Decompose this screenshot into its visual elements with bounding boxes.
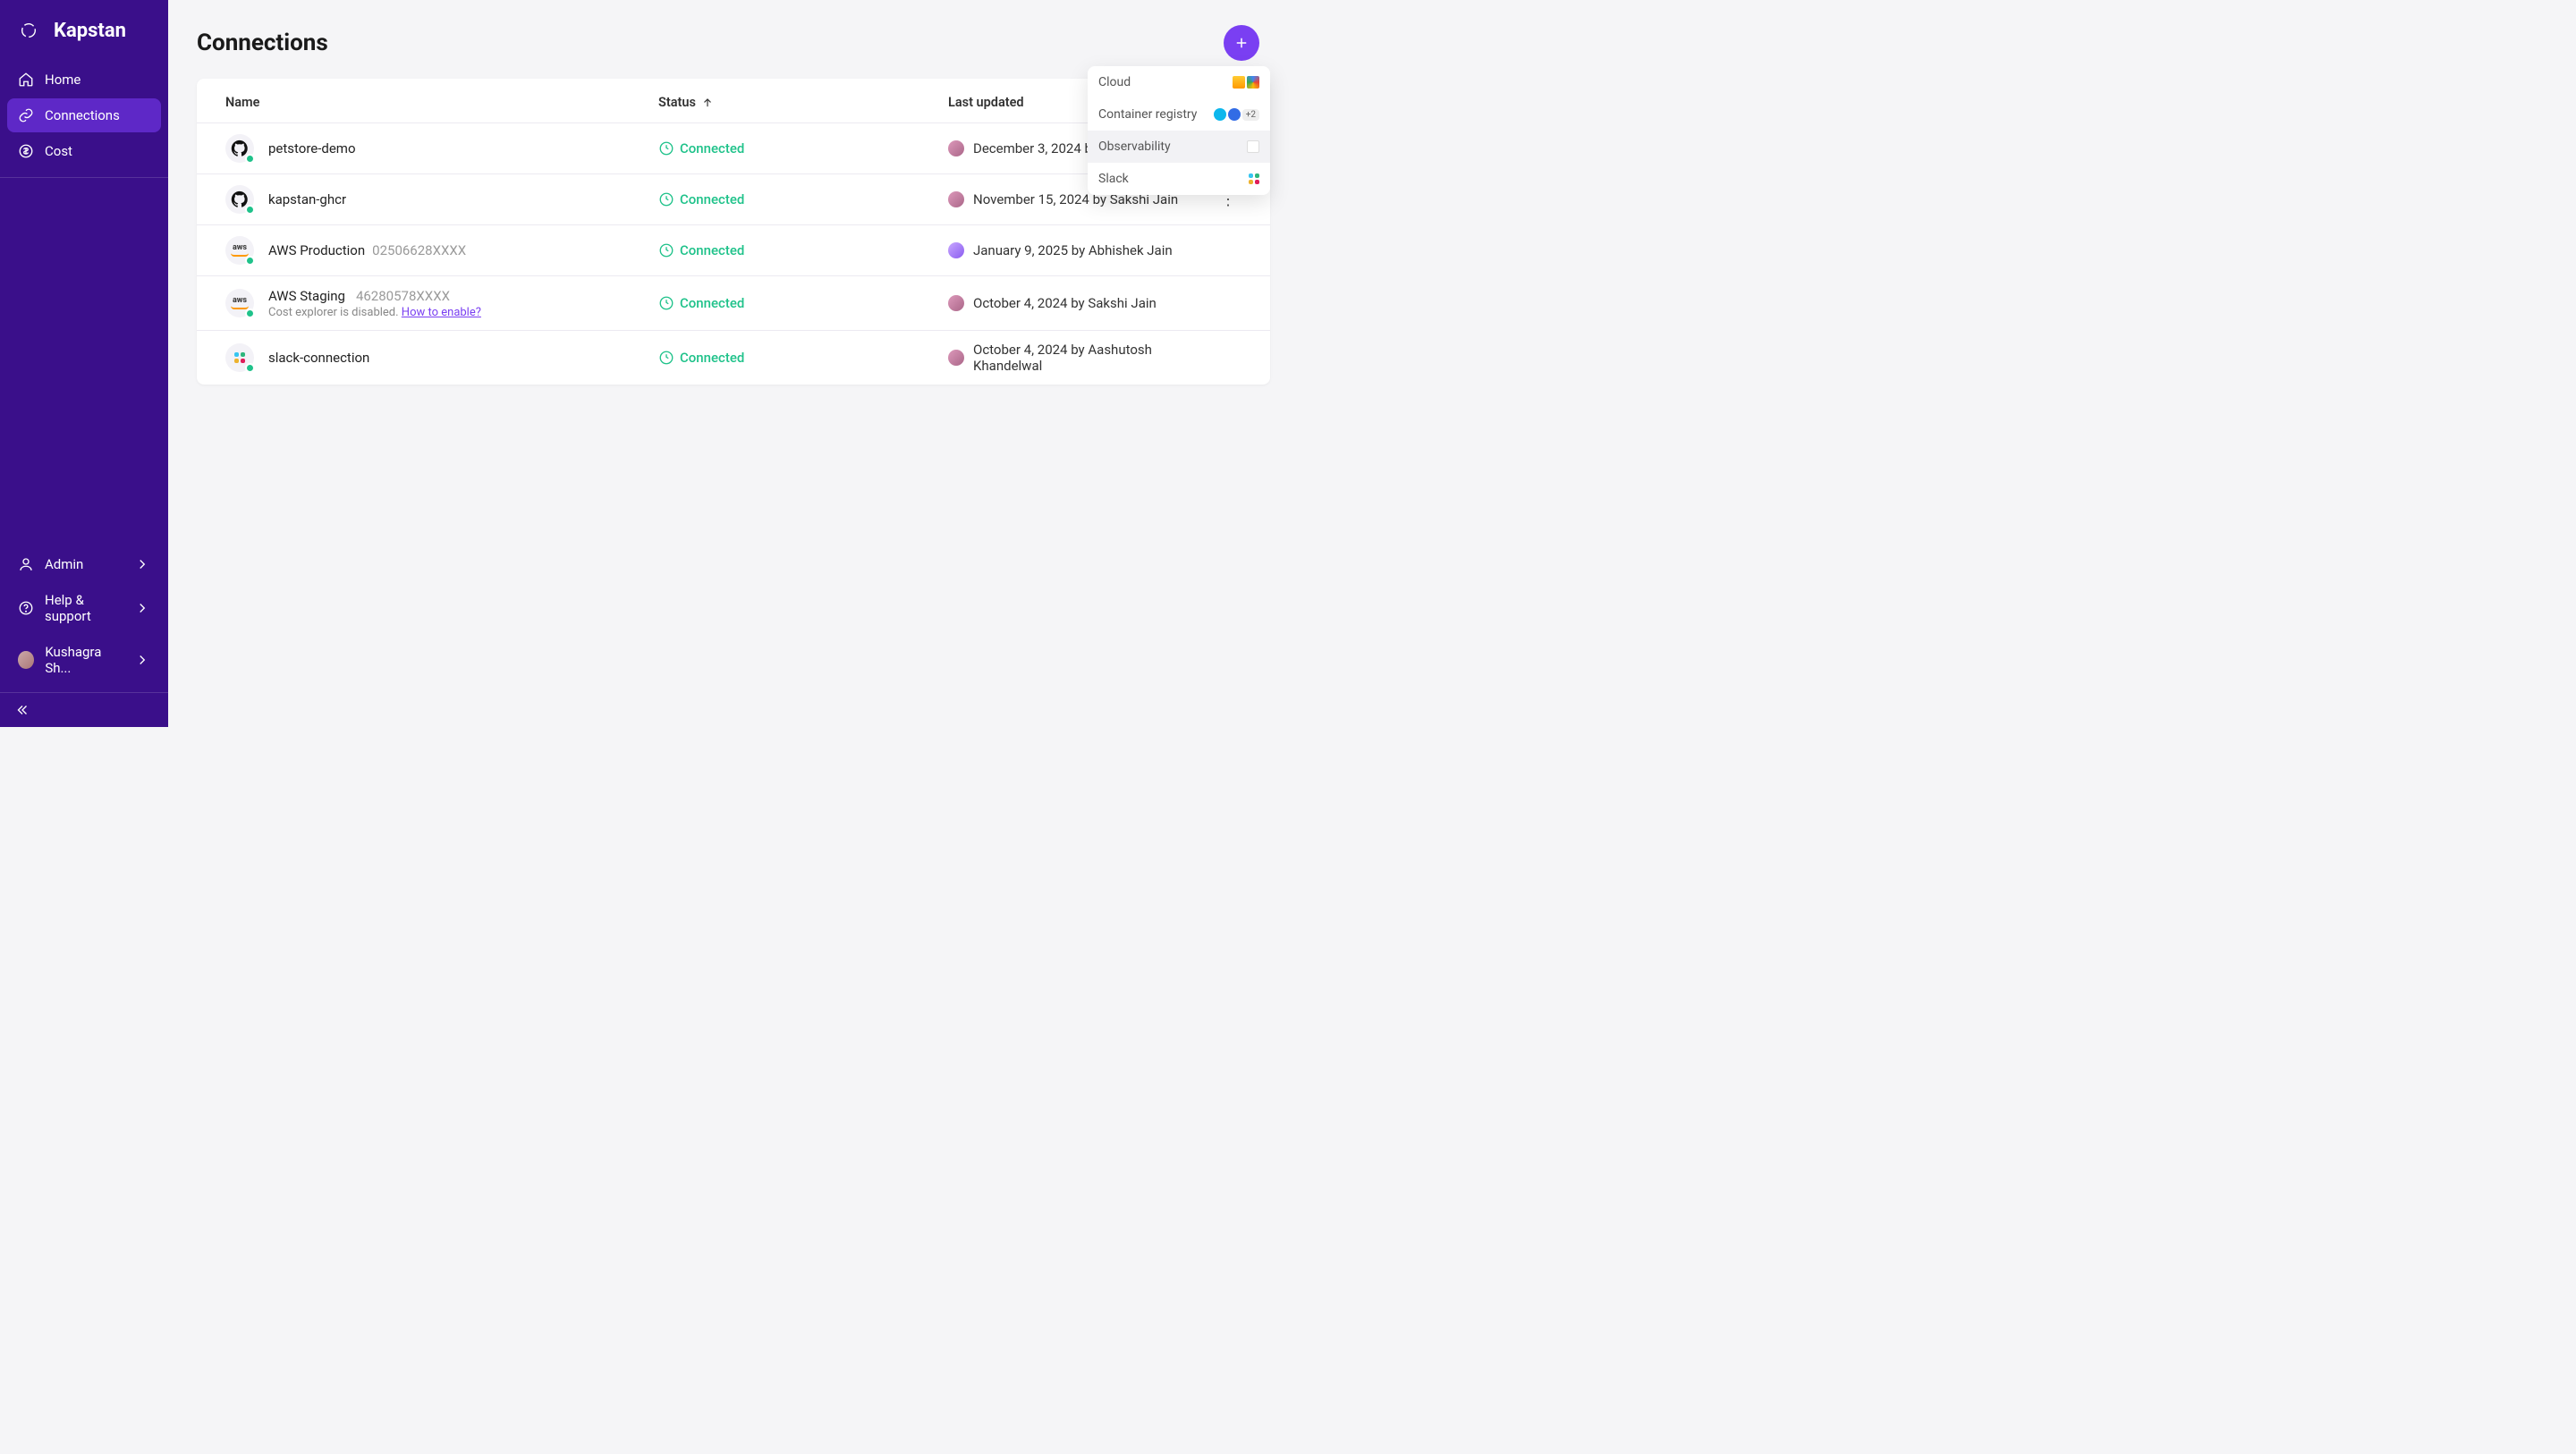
nav-help[interactable]: Help & support (7, 583, 161, 633)
menu-icons (1233, 76, 1259, 89)
col-header-name[interactable]: Name (225, 95, 658, 110)
menu-item-container-registry[interactable]: Container registry +2 (1088, 98, 1270, 131)
avatar (948, 350, 964, 366)
aws-icon (1233, 76, 1245, 89)
nav-label: Home (45, 72, 80, 88)
plus-icon (1233, 35, 1250, 51)
last-updated: October 4, 2024 by Aashutosh Khandelwal (948, 342, 1215, 374)
nav-cost[interactable]: Cost (7, 134, 161, 168)
connection-name: AWS Staging (268, 288, 345, 304)
last-updated: October 4, 2024 by Sakshi Jain (948, 295, 1215, 311)
nav-label: Admin (45, 556, 83, 572)
main-content: Connections Cloud Container registry +2 (168, 0, 1288, 727)
chevron-right-icon (134, 556, 150, 572)
slack-icon (225, 343, 254, 372)
status-badge: Connected (658, 242, 948, 258)
docker-icon (1214, 108, 1226, 121)
divider (0, 177, 168, 178)
chevron-double-left-icon (14, 702, 30, 718)
menu-label: Container registry (1098, 107, 1197, 122)
logo-icon (14, 16, 43, 45)
menu-item-cloud[interactable]: Cloud (1088, 66, 1270, 98)
nav-label: Cost (45, 143, 72, 159)
registry-icon (1228, 108, 1241, 121)
aws-icon: aws (225, 236, 254, 265)
table-row[interactable]: slack-connection Connected October 4, 20… (197, 331, 1270, 385)
connection-note: Cost explorer is disabled. How to enable… (268, 306, 481, 319)
aws-icon: aws (225, 289, 254, 317)
connection-name: kapstan-ghcr (268, 191, 346, 207)
connected-icon (658, 350, 674, 366)
connection-account-id: 46280578XXXX (356, 288, 450, 304)
table-row[interactable]: aws AWS Production 02506628XXXX Connecte… (197, 225, 1270, 276)
nav-secondary: Admin Help & support Kushagra Sh... (0, 547, 168, 692)
connected-icon (658, 140, 674, 156)
connected-icon (658, 191, 674, 207)
user-icon (18, 556, 34, 572)
help-icon (18, 600, 34, 616)
github-icon (225, 185, 254, 214)
menu-item-slack[interactable]: Slack (1088, 163, 1270, 195)
menu-icons: +2 (1214, 108, 1259, 121)
home-icon (18, 72, 34, 88)
link-icon (18, 107, 34, 123)
observability-icon (1247, 140, 1259, 153)
add-connection-menu: Cloud Container registry +2 Observabilit… (1088, 66, 1270, 195)
sort-ascending-icon (701, 97, 714, 109)
avatar (18, 651, 34, 669)
dollar-icon (18, 143, 34, 159)
avatar (948, 140, 964, 156)
connection-account-id: 02506628XXXX (372, 242, 466, 258)
status-badge: Connected (658, 140, 948, 156)
connection-name: petstore-demo (268, 140, 356, 156)
connection-name: slack-connection (268, 350, 369, 366)
github-icon (225, 134, 254, 163)
menu-label: Cloud (1098, 75, 1131, 89)
col-header-status[interactable]: Status (658, 95, 948, 110)
page-header: Connections (197, 25, 1270, 61)
connected-icon (658, 295, 674, 311)
avatar (948, 295, 964, 311)
nav-home[interactable]: Home (7, 63, 161, 97)
nav-admin[interactable]: Admin (7, 547, 161, 581)
brand-logo[interactable]: Kapstan (0, 0, 168, 63)
status-badge: Connected (658, 191, 948, 207)
page-title: Connections (197, 30, 328, 56)
menu-icons (1249, 173, 1259, 184)
menu-item-observability[interactable]: Observability (1088, 131, 1270, 163)
more-badge: +2 (1242, 109, 1259, 121)
sidebar: Kapstan Home Connections Cost Admin (0, 0, 168, 727)
connection-name: AWS Production (268, 242, 365, 258)
slack-icon (1249, 173, 1259, 184)
chevron-right-icon (134, 600, 150, 616)
menu-icons (1247, 140, 1259, 153)
status-badge: Connected (658, 295, 948, 311)
nav-label: Kushagra Sh... (45, 644, 123, 676)
chevron-right-icon (134, 652, 150, 668)
avatar (948, 191, 964, 207)
nav-user[interactable]: Kushagra Sh... (7, 635, 161, 685)
how-to-enable-link[interactable]: How to enable? (402, 306, 481, 319)
add-connection-button[interactable] (1224, 25, 1259, 61)
table-row[interactable]: aws AWS Staging 46280578XXXX Cost explor… (197, 276, 1270, 331)
nav-connections[interactable]: Connections (7, 98, 161, 132)
nav-label: Connections (45, 107, 120, 123)
avatar (948, 242, 964, 258)
connected-icon (658, 242, 674, 258)
nav-label: Help & support (45, 592, 123, 624)
menu-label: Observability (1098, 139, 1171, 154)
menu-label: Slack (1098, 172, 1129, 186)
gcp-icon (1247, 76, 1259, 89)
last-updated: January 9, 2025 by Abhishek Jain (948, 242, 1215, 258)
collapse-sidebar-button[interactable] (0, 692, 168, 727)
nav-primary: Home Connections Cost (0, 63, 168, 170)
status-badge: Connected (658, 350, 948, 366)
brand-name: Kapstan (54, 20, 126, 42)
